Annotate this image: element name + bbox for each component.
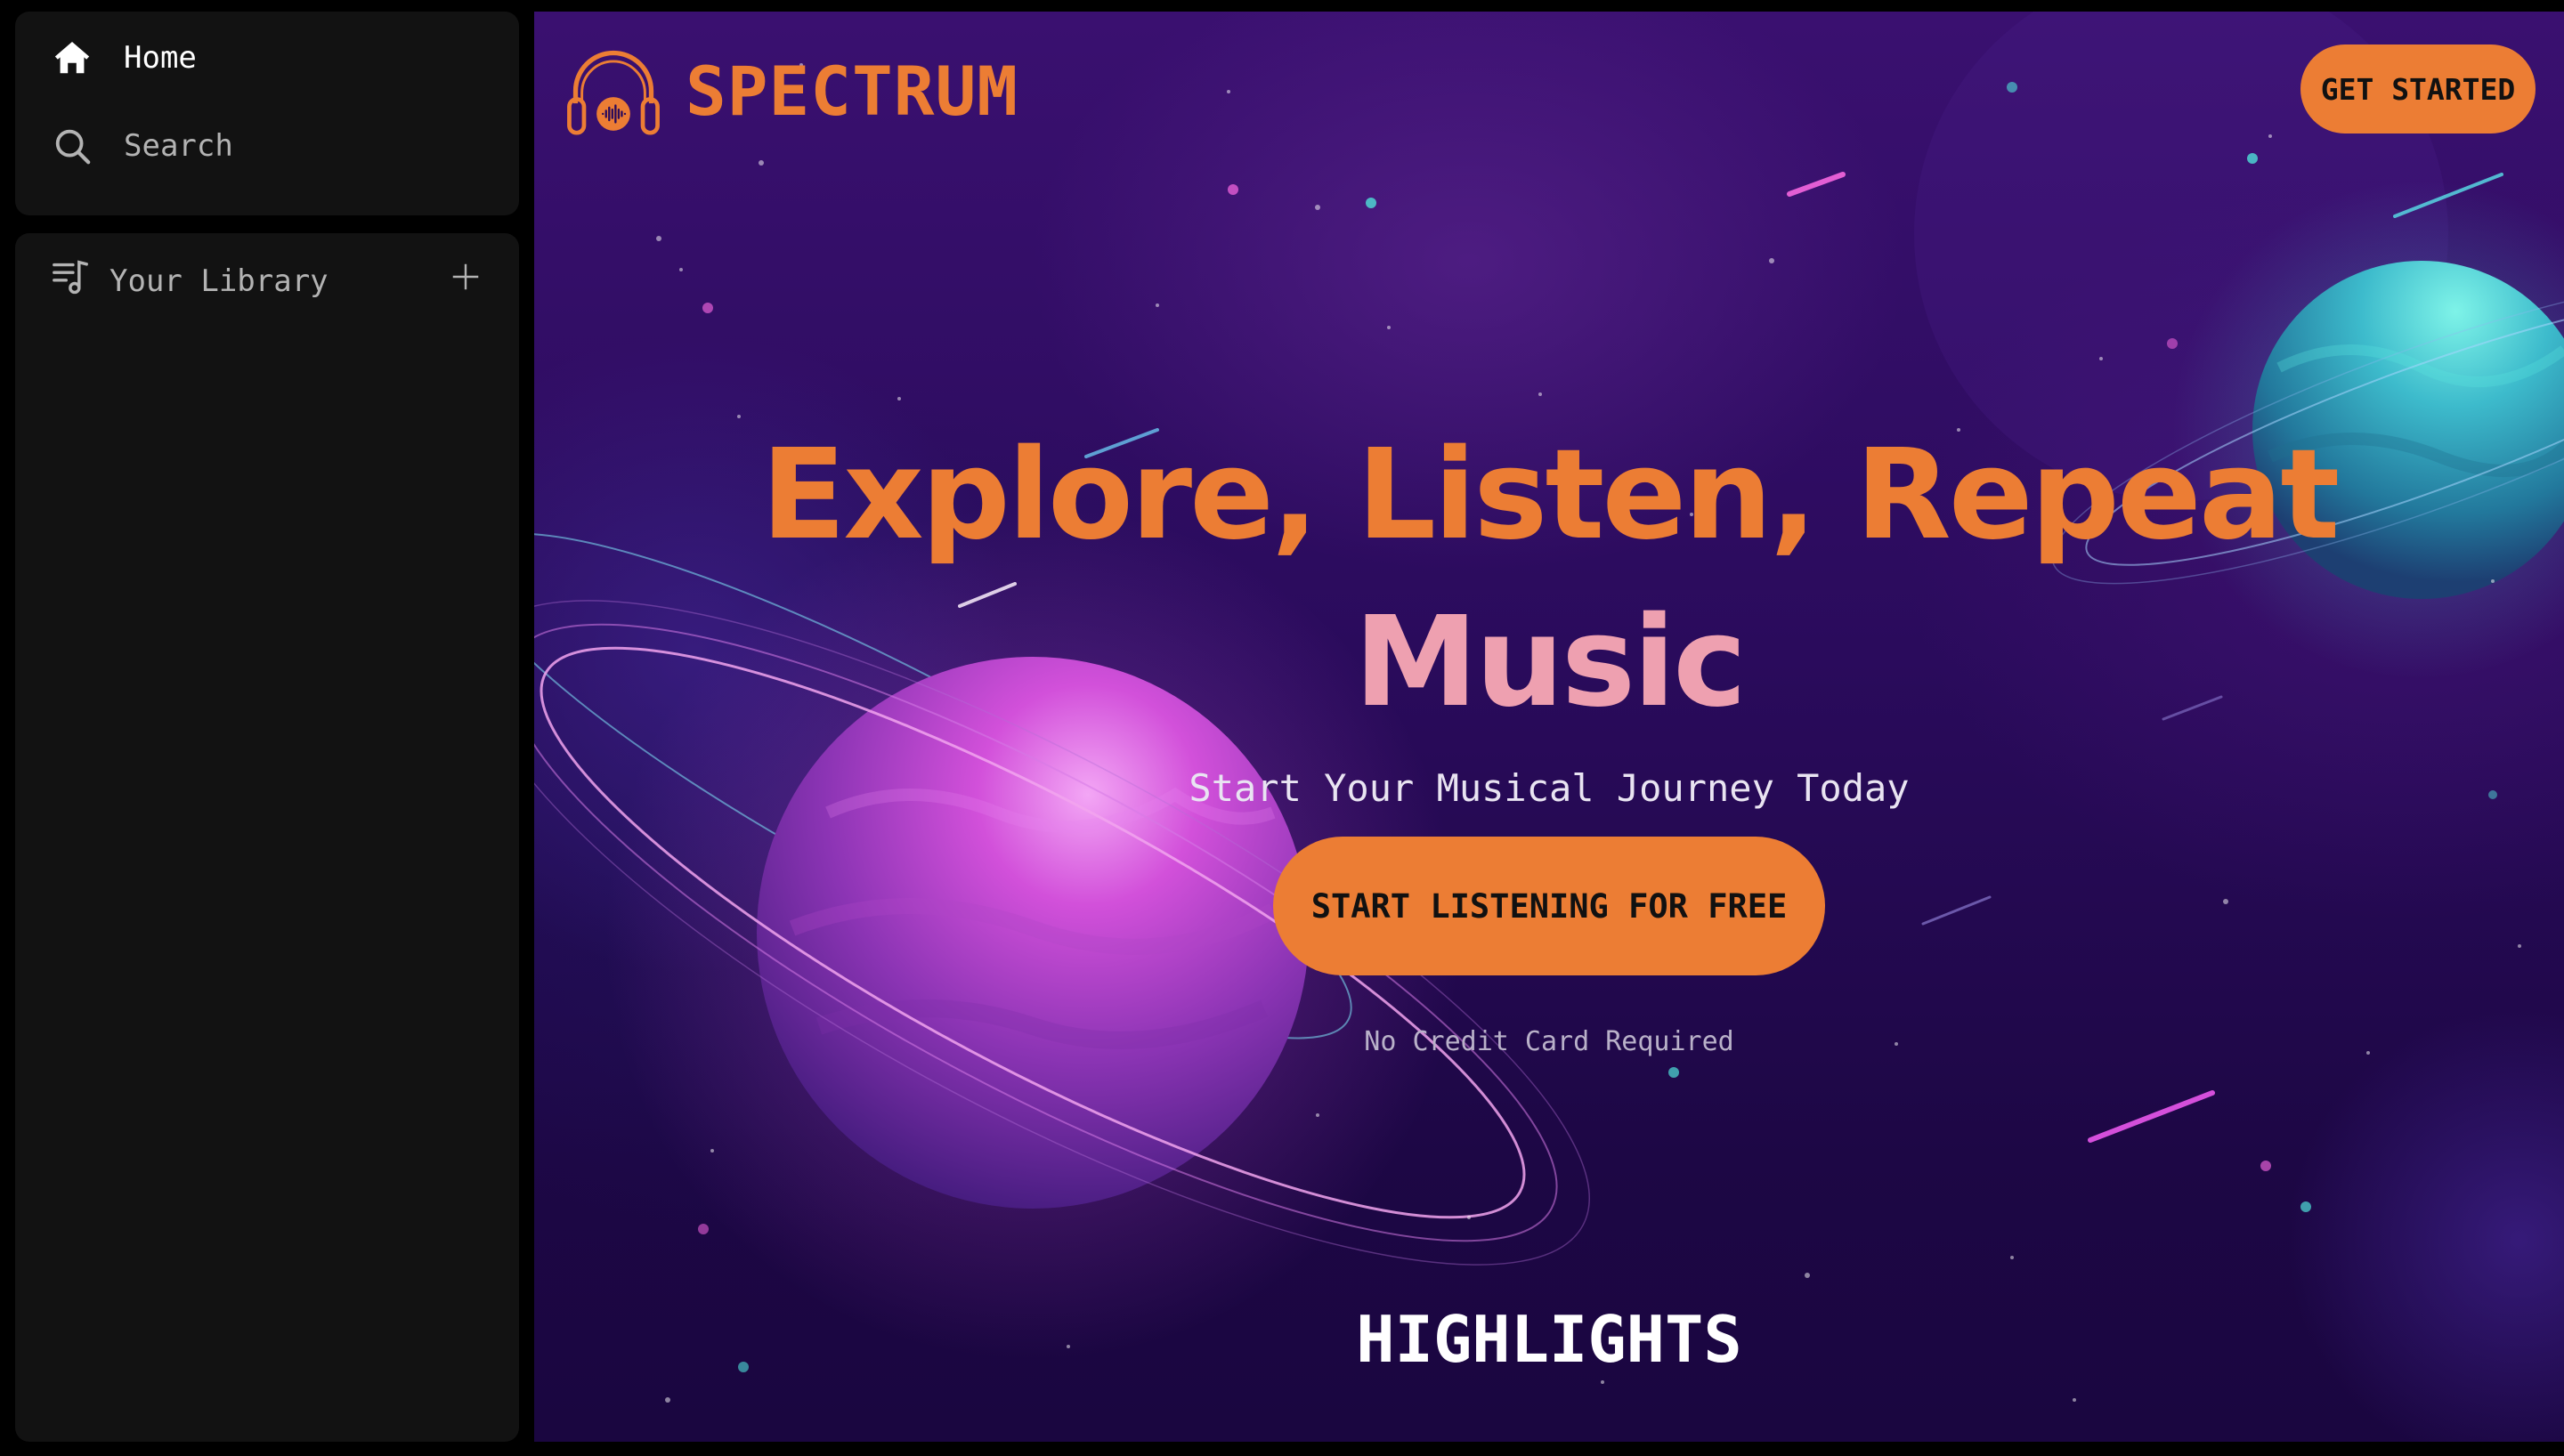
plus-icon (450, 261, 482, 296)
sidebar-item-search[interactable]: Search (51, 125, 233, 167)
home-icon (51, 36, 93, 79)
library-icon (51, 256, 92, 305)
sidebar-item-home[interactable]: Home (51, 36, 197, 79)
search-icon (51, 125, 93, 167)
headphones-logo-icon (561, 38, 666, 143)
your-library-button[interactable]: Your Library (51, 256, 329, 305)
library-label: Your Library (110, 263, 329, 299)
start-listening-button[interactable]: START LISTENING FOR FREE (1273, 837, 1825, 975)
no-credit-card-note: No Credit Card Required (1364, 1026, 1734, 1057)
hero-subtitle: Start Your Musical Journey Today (1189, 766, 1910, 810)
sidebar-nav-panel: Home Search (15, 12, 519, 215)
brand-name: SPECTRUM (686, 51, 1019, 131)
hero-section: SPECTRUM GET STARTED Explore, Listen, Re… (534, 12, 2564, 1442)
sidebar-item-label: Search (124, 128, 233, 164)
shooting-star (1787, 172, 1846, 197)
brand[interactable]: SPECTRUM (561, 38, 1018, 143)
create-playlist-button[interactable] (445, 258, 486, 299)
get-started-button[interactable]: GET STARTED (2300, 44, 2536, 133)
hero-title-line-1: Explore, Listen, Repeat (760, 423, 2341, 568)
hero-title-line-2: Music (1353, 590, 1747, 735)
sidebar-item-label: Home (124, 40, 197, 76)
library-panel: Your Library (15, 233, 519, 1442)
highlights-heading: HIGHLIGHTS (1356, 1302, 1742, 1377)
